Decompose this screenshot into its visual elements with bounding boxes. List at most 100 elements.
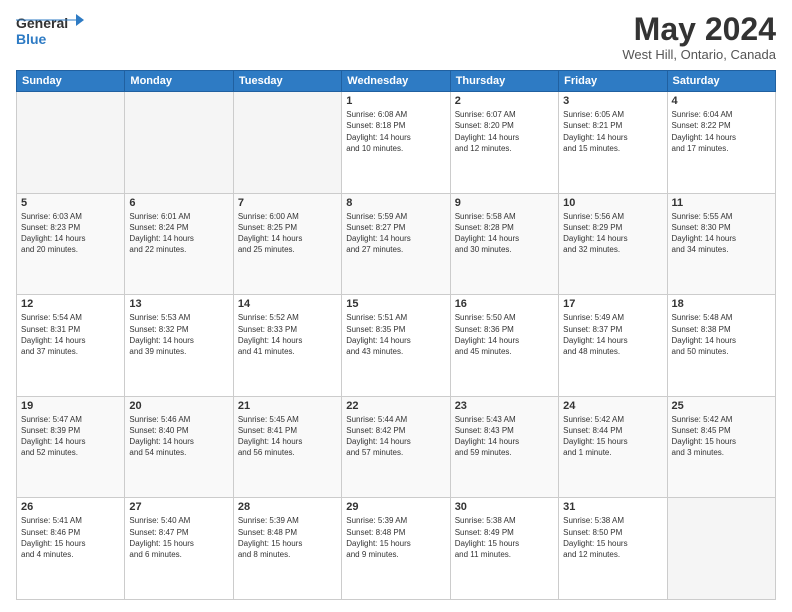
title-block: May 2024 West Hill, Ontario, Canada: [622, 12, 776, 62]
day-info: Sunrise: 6:01 AM Sunset: 8:24 PM Dayligh…: [129, 211, 228, 256]
day-cell: 4Sunrise: 6:04 AM Sunset: 8:22 PM Daylig…: [667, 92, 775, 194]
day-info: Sunrise: 6:05 AM Sunset: 8:21 PM Dayligh…: [563, 109, 662, 154]
day-info: Sunrise: 6:03 AM Sunset: 8:23 PM Dayligh…: [21, 211, 120, 256]
day-number: 29: [346, 501, 445, 513]
month-title: May 2024: [622, 12, 776, 47]
day-info: Sunrise: 5:47 AM Sunset: 8:39 PM Dayligh…: [21, 414, 120, 459]
day-info: Sunrise: 5:55 AM Sunset: 8:30 PM Dayligh…: [672, 211, 771, 256]
calendar: SundayMondayTuesdayWednesdayThursdayFrid…: [16, 70, 776, 600]
column-header-monday: Monday: [125, 71, 233, 92]
day-number: 24: [563, 400, 662, 412]
day-cell: 9 Sunrise: 5:58 AM Sunset: 8:28 PM Daylig…: [450, 193, 558, 295]
column-header-saturday: Saturday: [667, 71, 775, 92]
day-cell: 23 Sunrise: 5:43 AM Sunset: 8:43 PM Dayli…: [450, 396, 558, 498]
day-number: 14: [238, 298, 337, 310]
day-info: Sunrise: 5:59 AM Sunset: 8:27 PM Dayligh…: [346, 211, 445, 256]
day-number: 7: [238, 197, 337, 209]
day-cell: 17 Sunrise: 5:49 AM Sunset: 8:37 PM Dayli…: [559, 295, 667, 397]
day-cell: 19 Sunrise: 5:47 AM Sunset: 8:39 PM Dayli…: [17, 396, 125, 498]
day-info: Sunrise: 6:08 AM Sunset: 8:18 PM Dayligh…: [346, 109, 445, 154]
day-info: Sunrise: 6:00 AM Sunset: 8:25 PM Dayligh…: [238, 211, 337, 256]
day-number: 9: [455, 197, 554, 209]
day-number: 16: [455, 298, 554, 310]
day-number: 23: [455, 400, 554, 412]
day-info: Sunrise: 5:43 AM Sunset: 8:43 PM Dayligh…: [455, 414, 554, 459]
day-number: 8: [346, 197, 445, 209]
day-cell: 2 Sunrise: 6:07 AM Sunset: 8:20 PM Daylig…: [450, 92, 558, 194]
day-number: 21: [238, 400, 337, 412]
week-row-3: 12Sunrise: 5:54 AM Sunset: 8:31 PM Dayli…: [17, 295, 776, 397]
day-number: 25: [672, 400, 771, 412]
day-number: 26: [21, 501, 120, 513]
day-cell: 14 Sunrise: 5:52 AM Sunset: 8:33 PM Dayli…: [233, 295, 341, 397]
day-number: 20: [129, 400, 228, 412]
column-header-wednesday: Wednesday: [342, 71, 450, 92]
column-header-tuesday: Tuesday: [233, 71, 341, 92]
day-cell: 11 Sunrise: 5:55 AM Sunset: 8:30 PM Dayli…: [667, 193, 775, 295]
day-number: 19: [21, 400, 120, 412]
day-info: Sunrise: 5:46 AM Sunset: 8:40 PM Dayligh…: [129, 414, 228, 459]
day-cell: [233, 92, 341, 194]
day-number: 27: [129, 501, 228, 513]
day-info: Sunrise: 5:39 AM Sunset: 8:48 PM Dayligh…: [346, 515, 445, 560]
day-number: 2: [455, 95, 554, 107]
day-cell: 18 Sunrise: 5:48 AM Sunset: 8:38 PM Dayli…: [667, 295, 775, 397]
day-cell: 29 Sunrise: 5:39 AM Sunset: 8:48 PM Dayli…: [342, 498, 450, 600]
day-number: 15: [346, 298, 445, 310]
column-header-thursday: Thursday: [450, 71, 558, 92]
svg-text:Blue: Blue: [16, 31, 47, 47]
day-number: 17: [563, 298, 662, 310]
day-info: Sunrise: 5:42 AM Sunset: 8:45 PM Dayligh…: [672, 414, 771, 459]
day-number: 18: [672, 298, 771, 310]
column-header-sunday: Sunday: [17, 71, 125, 92]
day-cell: 30 Sunrise: 5:38 AM Sunset: 8:49 PM Dayli…: [450, 498, 558, 600]
day-cell: [17, 92, 125, 194]
day-info: Sunrise: 5:58 AM Sunset: 8:28 PM Dayligh…: [455, 211, 554, 256]
day-info: Sunrise: 5:49 AM Sunset: 8:37 PM Dayligh…: [563, 312, 662, 357]
week-row-5: 26Sunrise: 5:41 AM Sunset: 8:46 PM Dayli…: [17, 498, 776, 600]
day-cell: 6 Sunrise: 6:01 AM Sunset: 8:24 PM Daylig…: [125, 193, 233, 295]
day-info: Sunrise: 5:44 AM Sunset: 8:42 PM Dayligh…: [346, 414, 445, 459]
day-cell: 7 Sunrise: 6:00 AM Sunset: 8:25 PM Daylig…: [233, 193, 341, 295]
day-info: Sunrise: 5:38 AM Sunset: 8:49 PM Dayligh…: [455, 515, 554, 560]
day-info: Sunrise: 6:07 AM Sunset: 8:20 PM Dayligh…: [455, 109, 554, 154]
day-cell: 8 Sunrise: 5:59 AM Sunset: 8:27 PM Daylig…: [342, 193, 450, 295]
day-info: Sunrise: 5:51 AM Sunset: 8:35 PM Dayligh…: [346, 312, 445, 357]
day-cell: [667, 498, 775, 600]
day-cell: 22 Sunrise: 5:44 AM Sunset: 8:42 PM Dayli…: [342, 396, 450, 498]
day-info: Sunrise: 5:50 AM Sunset: 8:36 PM Dayligh…: [455, 312, 554, 357]
day-cell: 1 Sunrise: 6:08 AM Sunset: 8:18 PM Daylig…: [342, 92, 450, 194]
day-number: 30: [455, 501, 554, 513]
day-info: Sunrise: 5:48 AM Sunset: 8:38 PM Dayligh…: [672, 312, 771, 357]
day-number: 31: [563, 501, 662, 513]
header: General Blue May 2024 West Hill, Ontario…: [16, 12, 776, 62]
day-cell: 27 Sunrise: 5:40 AM Sunset: 8:47 PM Dayli…: [125, 498, 233, 600]
day-info: Sunrise: 5:53 AM Sunset: 8:32 PM Dayligh…: [129, 312, 228, 357]
day-info: Sunrise: 5:52 AM Sunset: 8:33 PM Dayligh…: [238, 312, 337, 357]
day-number: 11: [672, 197, 771, 209]
day-number: 5: [21, 197, 120, 209]
page: General Blue May 2024 West Hill, Ontario…: [0, 0, 792, 612]
week-row-1: 1 Sunrise: 6:08 AM Sunset: 8:18 PM Daylig…: [17, 92, 776, 194]
day-cell: 20 Sunrise: 5:46 AM Sunset: 8:40 PM Dayli…: [125, 396, 233, 498]
day-cell: [125, 92, 233, 194]
day-number: 3: [563, 95, 662, 107]
logo-svg: General Blue: [16, 12, 86, 50]
day-info: Sunrise: 5:39 AM Sunset: 8:48 PM Dayligh…: [238, 515, 337, 560]
svg-text:General: General: [16, 15, 68, 31]
day-number: 13: [129, 298, 228, 310]
day-number: 6: [129, 197, 228, 209]
day-cell: 16 Sunrise: 5:50 AM Sunset: 8:36 PM Dayli…: [450, 295, 558, 397]
day-info: Sunrise: 5:54 AM Sunset: 8:31 PM Dayligh…: [21, 312, 120, 357]
day-number: 22: [346, 400, 445, 412]
day-info: Sunrise: 5:45 AM Sunset: 8:41 PM Dayligh…: [238, 414, 337, 459]
day-cell: 10Sunrise: 5:56 AM Sunset: 8:29 PM Dayli…: [559, 193, 667, 295]
day-cell: 12Sunrise: 5:54 AM Sunset: 8:31 PM Dayli…: [17, 295, 125, 397]
header-row: SundayMondayTuesdayWednesdayThursdayFrid…: [17, 71, 776, 92]
day-info: Sunrise: 5:40 AM Sunset: 8:47 PM Dayligh…: [129, 515, 228, 560]
day-cell: 13 Sunrise: 5:53 AM Sunset: 8:32 PM Dayli…: [125, 295, 233, 397]
day-cell: 28Sunrise: 5:39 AM Sunset: 8:48 PM Dayli…: [233, 498, 341, 600]
column-header-friday: Friday: [559, 71, 667, 92]
day-number: 1: [346, 95, 445, 107]
day-info: Sunrise: 5:38 AM Sunset: 8:50 PM Dayligh…: [563, 515, 662, 560]
